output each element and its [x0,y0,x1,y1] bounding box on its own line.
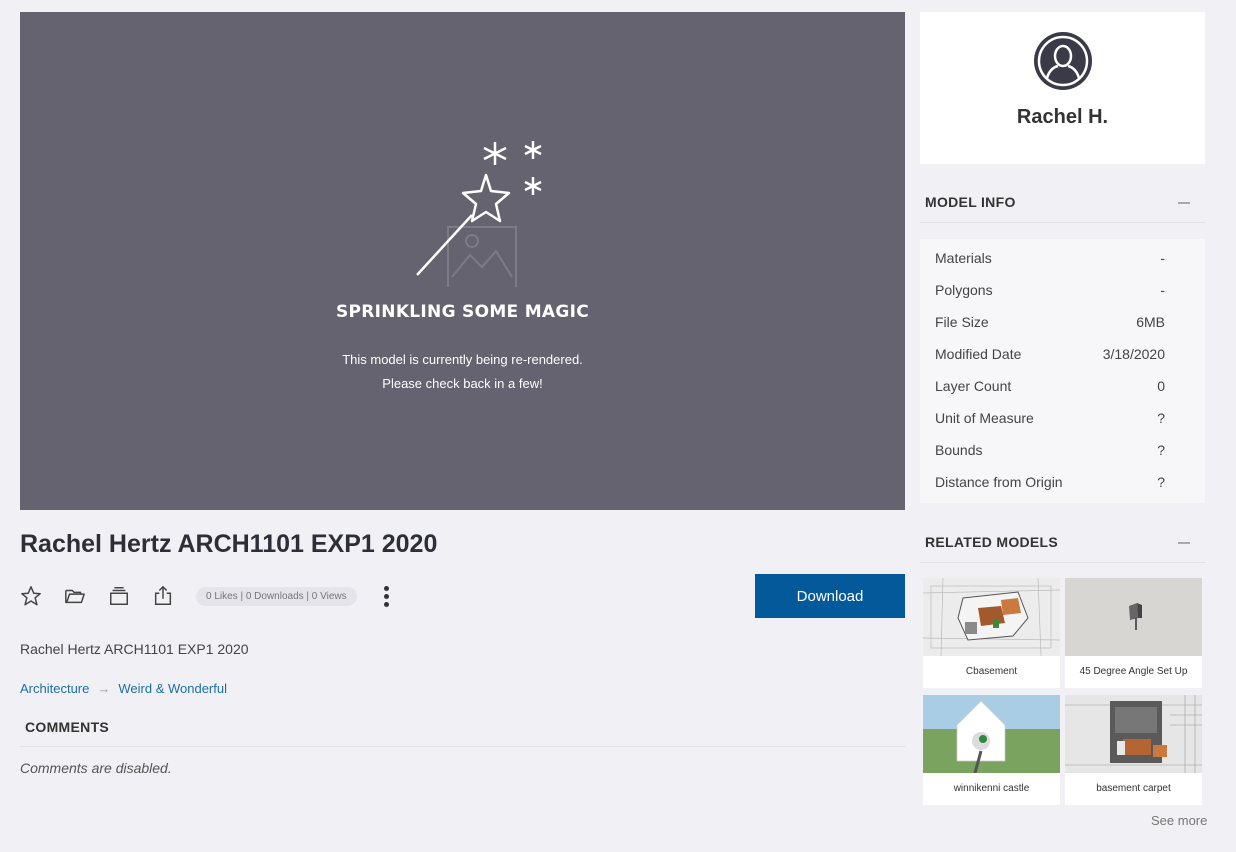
related-model-card[interactable]: basement carpet [1065,695,1202,805]
breadcrumb: Architecture → Weird & Wonderful [20,681,227,696]
model-viewer[interactable]: SPRINKLING SOME MAGIC This model is curr… [20,12,905,510]
model-title: Rachel Hertz ARCH1101 EXP1 2020 [20,530,438,558]
minus-icon[interactable] [1178,202,1190,204]
divider [920,562,1205,563]
minus-icon[interactable] [1178,542,1190,544]
avatar[interactable] [1032,30,1094,92]
star-icon[interactable] [20,585,42,607]
related-model-caption: winnikenni castle [953,783,1030,794]
breadcrumb-weird-wonderful[interactable]: Weird & Wonderful [118,681,227,696]
action-bar: 0 Likes | 0 Downloads | 0 Views [20,582,397,610]
author-card[interactable]: Rachel H. [920,12,1205,164]
model-thumbnail [1065,695,1202,773]
model-info-heading: MODEL INFO [925,194,1016,210]
related-models-heading: RELATED MODELS [925,534,1059,550]
model-thumbnail [1065,578,1202,656]
model-info-table: Materials - Polygons - File Size 6MB Modifi… [920,239,1205,503]
breadcrumb-architecture[interactable]: Architecture [20,681,89,696]
see-more-link[interactable]: See more [1151,813,1207,828]
info-row-polygons: Polygons - [935,282,1165,298]
divider [920,222,1205,223]
divider [20,746,905,747]
arrow-right-icon: → [97,681,111,696]
viewer-message: This model is currently being re-rendere… [342,352,583,367]
model-description: Rachel Hertz ARCH1101 EXP1 2020 [20,641,249,657]
related-model-caption: 45 Degree Angle Set Up [1079,666,1188,677]
info-row-modified-date: Modified Date 3/18/2020 [935,346,1165,362]
author-name[interactable]: Rachel H. [920,106,1205,129]
download-button[interactable]: Download [755,574,905,618]
model-stats: 0 Likes | 0 Downloads | 0 Views [196,586,357,606]
viewer-message-2: Please check back in a few! [382,376,543,391]
comments-heading: COMMENTS [25,719,110,735]
related-model-caption: basement carpet [1096,783,1171,794]
related-model-card[interactable]: 45 Degree Angle Set Up [1065,578,1202,688]
related-model-card[interactable]: Cbasement [923,578,1060,688]
model-thumbnail [923,578,1060,656]
info-row-bounds: Bounds? [935,442,1165,458]
magic-wand-icon [416,141,542,287]
info-row-file-size: File Size 6MB [935,314,1165,330]
related-model-caption: Cbasement [965,666,1018,677]
info-row-unit-of-measure: Unit of Measure? [935,410,1165,426]
related-model-card[interactable]: winnikenni castle [923,695,1060,805]
viewer-status-title: SPRINKLING SOME MAGIC [335,302,590,322]
folder-icon[interactable] [64,585,86,607]
info-row-layer-count: Layer Count 0 [935,378,1165,394]
info-row-materials: Materials - [935,250,1165,266]
info-row-distance-from-origin: Distance from Origin? [935,474,1165,490]
comments-status: Comments are disabled. [20,760,172,776]
model-thumbnail [923,695,1060,773]
share-icon[interactable] [152,585,174,607]
more-icon[interactable] [377,582,397,610]
collection-icon[interactable] [108,585,130,607]
